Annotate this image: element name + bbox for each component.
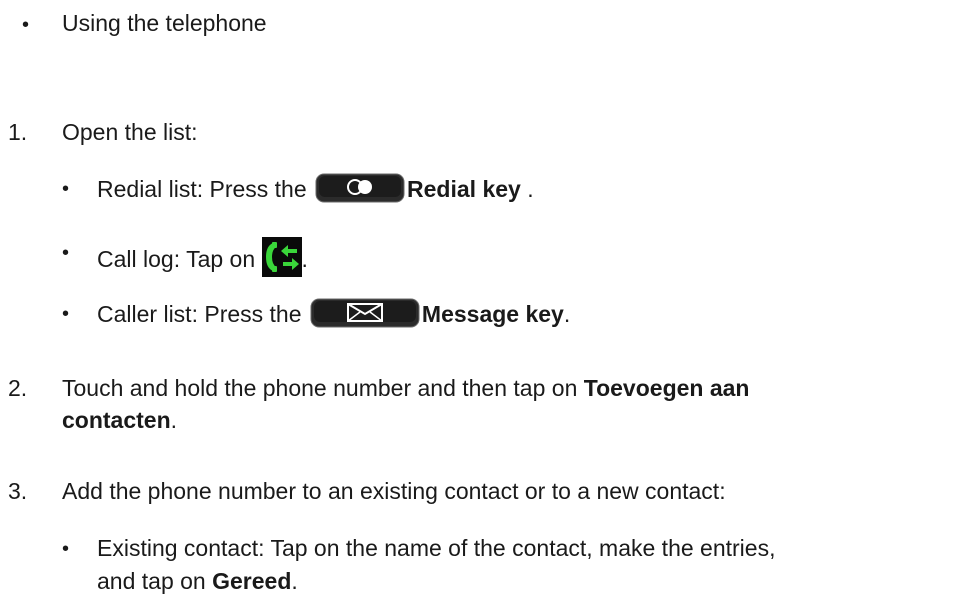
bullet: • (62, 538, 70, 560)
caller-list-item: Caller list: Press the Message key. (97, 298, 570, 336)
existing-contact-part: and tap on (97, 568, 213, 594)
toevoegen-label: Toevoegen aan (583, 375, 750, 401)
step-text: Touch and hold the phone number and then… (62, 373, 749, 404)
bullet: • (62, 303, 70, 325)
contacten-label: contacten (62, 407, 171, 433)
step-number: 3. (8, 478, 28, 504)
redial-key-icon (315, 173, 405, 211)
intro-text: Using the telephone (62, 10, 267, 36)
step-number: 2. (8, 375, 28, 401)
redial-text: Redial list: Press the (97, 176, 314, 202)
redial-key-label: Redial key (407, 176, 521, 202)
redial-list-item: Redial list: Press the Redial key . (97, 173, 534, 211)
existing-contact-suffix: . (291, 568, 298, 594)
message-key-label: Message key (421, 301, 564, 327)
step-text: Open the list: (62, 119, 198, 145)
gereed-label: Gereed (212, 568, 292, 594)
existing-contact-text: Existing contact: Tap on the name of the… (97, 535, 776, 561)
caller-list-suffix: . (563, 301, 571, 327)
bullet: • (62, 242, 70, 264)
step-number: 1. (8, 119, 28, 145)
redial-suffix: . (520, 176, 534, 202)
step-text-part: Touch and hold the phone number and then… (62, 375, 584, 401)
bullet: • (62, 178, 70, 200)
caller-list-text: Caller list: Press the (97, 301, 308, 327)
bullet: • (22, 14, 30, 36)
step-text: Add the phone number to an existing cont… (62, 478, 726, 504)
call-log-item: Call log: Tap on . (97, 237, 308, 285)
step-text-suffix: . (170, 407, 178, 433)
call-log-icon (261, 237, 302, 285)
existing-contact-continued: and tap on Gereed. (97, 566, 298, 597)
message-key-icon (310, 298, 420, 336)
call-log-suffix: . (301, 246, 308, 272)
call-log-text: Call log: Tap on (97, 246, 262, 272)
step-text-continued: contacten. (62, 405, 177, 436)
